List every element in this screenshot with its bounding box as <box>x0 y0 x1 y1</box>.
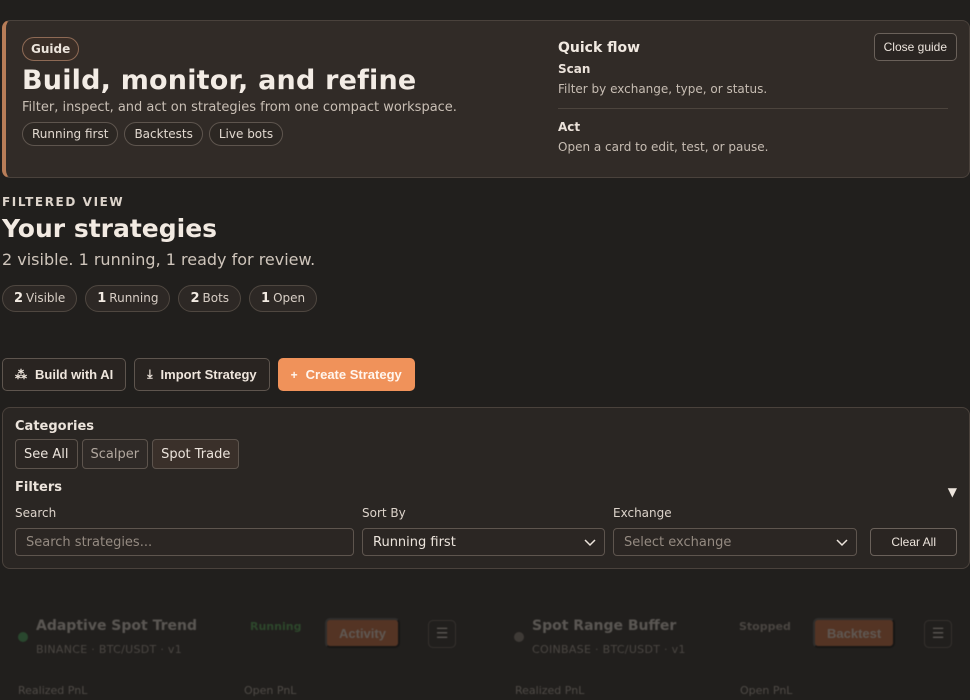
stat-number: 2 <box>14 291 24 306</box>
stat-label: Running <box>109 291 159 305</box>
collapse-toggle-icon[interactable]: ▼ <box>948 485 957 499</box>
sparkle-icon: ⁂ <box>15 367 27 382</box>
realized-pnl-label: Realized PnL <box>515 684 585 697</box>
divider <box>558 108 948 109</box>
strategy-name: Spot Range Buffer <box>532 618 677 634</box>
search-label: Search <box>15 506 57 520</box>
status-dot <box>514 632 524 642</box>
stat-number: 1 <box>97 291 107 306</box>
quick-flow-step-scan: Scan Filter by exchange, type, or status… <box>558 62 948 96</box>
import-strategy-button[interactable]: ⤓ Import Strategy <box>134 358 270 391</box>
activity-button[interactable]: Activity <box>325 618 400 648</box>
strategy-cards: Adaptive Spot Trend BINANCE · BTC/USDT ·… <box>0 590 970 700</box>
stat-number: 1 <box>261 291 271 306</box>
menu-icon[interactable]: ☰ <box>924 620 952 648</box>
guide-card: Guide Build, monitor, and refine Filter,… <box>2 20 970 178</box>
button-label: Activity <box>339 625 386 641</box>
chip-live-bots[interactable]: Live bots <box>208 122 284 146</box>
strategy-name: Adaptive Spot Trend <box>36 618 197 634</box>
stat-running: 1 Running <box>85 285 171 312</box>
category-scalper[interactable]: Scalper <box>81 439 149 469</box>
category-see-all[interactable]: See All <box>15 439 78 469</box>
status-badge: Running <box>250 620 302 633</box>
sort-value: Running first <box>373 534 456 550</box>
exchange-label: Exchange <box>613 506 672 520</box>
step-desc: Filter by exchange, type, or status. <box>558 82 768 96</box>
stat-bots: 2 Bots <box>178 285 242 312</box>
strategy-meta: COINBASE · BTC/USDT · v1 <box>532 643 686 656</box>
strategy-card[interactable]: Spot Range Buffer COINBASE · BTC/USDT · … <box>496 590 970 700</box>
guide-subtitle: Filter, inspect, and act on strategies f… <box>22 100 457 115</box>
filter-panel: Categories See All Scalper Spot Trade Fi… <box>2 407 970 569</box>
filters-heading: Filters <box>15 480 62 495</box>
button-label: Create Strategy <box>305 367 402 382</box>
stat-label: Bots <box>202 291 230 305</box>
category-spot-trade[interactable]: Spot Trade <box>152 439 240 469</box>
backtest-button[interactable]: Backtest <box>813 618 896 648</box>
plus-icon: + <box>290 367 298 382</box>
menu-icon[interactable]: ☰ <box>428 620 456 648</box>
guide-badge: Guide <box>22 37 80 61</box>
stat-label: Visible <box>26 291 66 305</box>
step-desc: Open a card to edit, test, or pause. <box>558 140 769 154</box>
action-bar: ⁂ Build with AI ⤓ Import Strategy + Crea… <box>2 358 415 391</box>
stat-open: 1 Open <box>249 285 318 312</box>
sort-select[interactable]: Running first <box>362 528 605 556</box>
open-pnl-label: Open PnL <box>740 684 793 697</box>
close-guide-button[interactable]: Close guide <box>873 33 957 61</box>
strategy-card[interactable]: Adaptive Spot Trend BINANCE · BTC/USDT ·… <box>0 590 474 700</box>
sort-label: Sort By <box>362 506 406 520</box>
quick-flow-step-act: Act Open a card to edit, test, or pause. <box>558 120 948 154</box>
chevron-down-icon <box>584 539 596 547</box>
page-title: Your strategies <box>2 214 218 243</box>
button-label: Backtest <box>827 625 882 641</box>
strategy-meta: BINANCE · BTC/USDT · v1 <box>36 643 183 656</box>
chip-running-first[interactable]: Running first <box>22 122 119 146</box>
button-label: Build with AI <box>35 367 114 382</box>
page-subtitle: 2 visible. 1 running, 1 ready for review… <box>2 250 316 269</box>
categories-heading: Categories <box>15 419 95 434</box>
category-tabs: See All Scalper Spot Trade <box>15 439 240 469</box>
build-with-ai-button[interactable]: ⁂ Build with AI <box>2 358 127 391</box>
step-title: Scan <box>558 62 591 76</box>
stats-row: 2 Visible 1 Running 2 Bots 1 Open <box>2 285 318 312</box>
realized-pnl-label: Realized PnL <box>18 684 88 697</box>
guide-title: Build, monitor, and refine <box>22 65 417 96</box>
eyebrow-label: FILTERED VIEW <box>2 195 125 209</box>
clear-all-button[interactable]: Clear All <box>870 528 957 556</box>
exchange-select[interactable]: Select exchange <box>613 528 857 556</box>
step-title: Act <box>558 120 581 134</box>
chevron-down-icon <box>836 539 848 547</box>
status-badge: Stopped <box>739 620 791 633</box>
stat-number: 2 <box>190 291 200 306</box>
stat-label: Open <box>273 291 306 305</box>
status-dot <box>18 632 28 642</box>
open-pnl-label: Open PnL <box>244 684 297 697</box>
download-icon: ⤓ <box>147 367 153 381</box>
create-strategy-button[interactable]: + Create Strategy <box>277 358 415 391</box>
chip-backtests[interactable]: Backtests <box>124 122 203 146</box>
button-label: Import Strategy <box>160 367 257 382</box>
search-input[interactable]: Search strategies... <box>15 528 354 556</box>
stat-visible: 2 Visible <box>2 285 78 312</box>
exchange-placeholder: Select exchange <box>624 534 732 550</box>
guide-chips: Running first Backtests Live bots <box>22 122 284 146</box>
